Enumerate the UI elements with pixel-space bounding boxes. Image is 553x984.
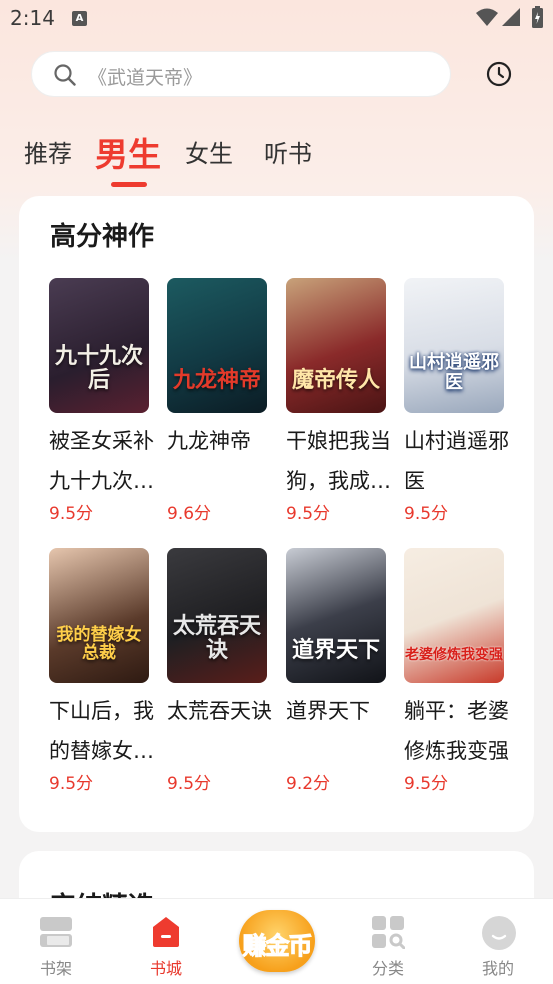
book-item[interactable]: 山村逍遥邪医 山村逍遥邪医 9.5分	[404, 278, 509, 524]
book-cover: 九十九次后	[49, 278, 149, 413]
cover-text: 我的替嫁女总裁	[56, 624, 142, 664]
category-tabs: 推荐 男生 女生 听书	[0, 128, 553, 188]
category-icon	[372, 916, 405, 949]
book-item[interactable]: 道界天下 道界天下 9.2分	[286, 548, 388, 794]
search-input[interactable]: 《武道天帝》	[31, 51, 451, 97]
book-item[interactable]: 太荒吞天诀 太荒吞天诀 9.5分	[167, 548, 272, 794]
book-score: 9.5分	[49, 774, 94, 794]
book-title: 下山后，我的替嫁女总裁	[49, 699, 154, 763]
book-score: 9.5分	[404, 504, 449, 524]
nav-bookstore[interactable]: 书城	[111, 899, 221, 984]
nav-label: 我的	[481, 959, 514, 978]
cover-text: 道界天下	[291, 637, 380, 663]
book-title: 干娘把我当狗，我成魔帝传人	[286, 429, 391, 493]
high-score-section: 高分神作 九十九次后 被圣女采补九十九次后，我成了魔帝 9.5分 九龙神帝 九龙…	[19, 196, 534, 832]
app-notification-icon: A	[72, 11, 87, 26]
book-title: 躺平：老婆修炼我变强	[404, 699, 509, 763]
bookshelf-icon	[40, 917, 72, 947]
section-title: 高分神作	[50, 222, 155, 252]
search-placeholder: 《武道天帝》	[88, 67, 203, 89]
nav-category[interactable]: 分类	[333, 899, 443, 984]
book-score: 9.6分	[167, 504, 212, 524]
tab-female[interactable]: 女生	[185, 134, 233, 169]
book-item[interactable]: 我的替嫁女总裁 下山后，我的替嫁女总裁 9.5分	[49, 548, 154, 794]
book-score: 9.5分	[167, 774, 212, 794]
status-bar: 2:14 A	[0, 0, 553, 36]
book-cover: 魔帝传人	[286, 278, 386, 413]
book-cover: 我的替嫁女总裁	[49, 548, 149, 683]
book-cover: 山村逍遥邪医	[404, 278, 504, 413]
book-cover: 太荒吞天诀	[167, 548, 267, 683]
wifi-icon	[476, 8, 498, 26]
book-title: 九龙神帝	[167, 429, 251, 453]
status-time: 2:14	[10, 6, 55, 30]
book-title: 山村逍遥邪医	[404, 429, 509, 493]
cover-text: 老婆修炼我变强	[405, 646, 503, 663]
nav-profile[interactable]: 我的	[443, 899, 553, 984]
nav-label: 分类	[371, 959, 404, 978]
cover-text: 太荒吞天诀	[172, 613, 261, 663]
tab-male[interactable]: 男生	[95, 128, 161, 176]
book-cover: 九龙神帝	[167, 278, 267, 413]
cover-text: 山村逍遥邪医	[409, 352, 499, 394]
nav-label: 书城	[149, 959, 182, 978]
book-score: 9.5分	[49, 504, 94, 524]
book-score: 9.5分	[404, 774, 449, 794]
nav-bookshelf[interactable]: 书架	[1, 899, 111, 984]
history-clock-icon[interactable]	[486, 61, 512, 87]
book-title: 太荒吞天诀	[167, 699, 272, 723]
book-item[interactable]: 老婆修炼我变强 躺平：老婆修炼我变强 9.5分	[404, 548, 509, 794]
book-cover: 道界天下	[286, 548, 386, 683]
earn-coins-button[interactable]: 赚金币	[231, 910, 323, 976]
cover-text: 魔帝传人	[291, 367, 380, 393]
tab-recommend[interactable]: 推荐	[24, 134, 72, 169]
tab-indicator	[111, 182, 147, 187]
book-item[interactable]: 九十九次后 被圣女采补九十九次后，我成了魔帝 9.5分	[49, 278, 154, 524]
book-item[interactable]: 九龙神帝 九龙神帝 9.6分	[167, 278, 269, 524]
book-title: 道界天下	[286, 699, 370, 723]
tab-audiobook[interactable]: 听书	[264, 134, 312, 169]
book-cover: 老婆修炼我变强	[404, 548, 504, 683]
cover-text: 九十九次后	[54, 343, 143, 393]
book-score: 9.5分	[286, 504, 331, 524]
earn-label: 赚金币	[242, 932, 313, 961]
signal-icon	[502, 8, 520, 26]
search-icon	[54, 64, 76, 86]
book-title: 被圣女采补九十九次后，我成了魔帝	[49, 429, 154, 493]
battery-icon	[532, 6, 543, 28]
profile-icon	[482, 916, 516, 950]
book-item[interactable]: 魔帝传人 干娘把我当狗，我成魔帝传人 9.5分	[286, 278, 391, 524]
book-score: 9.2分	[286, 774, 331, 794]
cover-text: 九龙神帝	[172, 367, 261, 393]
bookstore-icon	[153, 917, 179, 947]
nav-label: 书架	[39, 959, 72, 978]
